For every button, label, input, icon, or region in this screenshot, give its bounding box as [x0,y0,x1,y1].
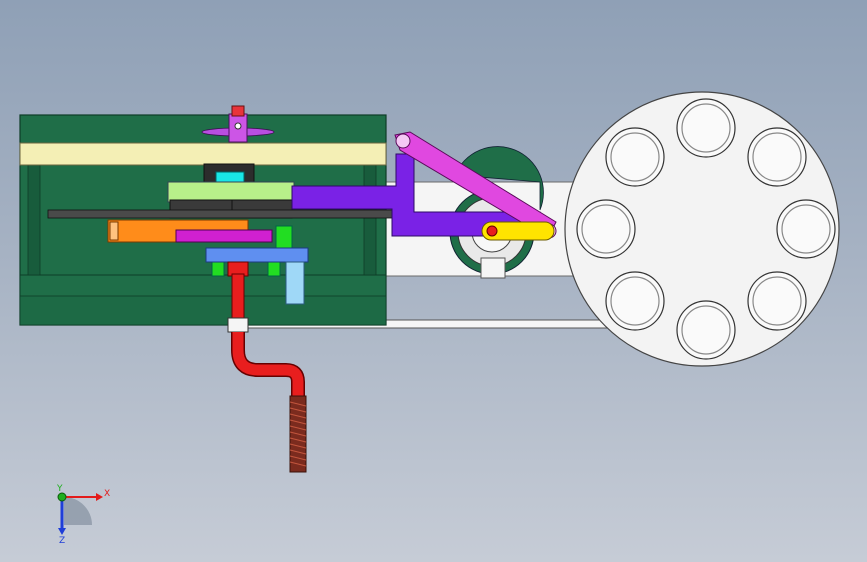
coil-spring[interactable] [289,395,307,473]
green-pin[interactable] [267,261,281,277]
y-axis-dot-icon [57,492,67,502]
axis-triad: X Y Z [56,484,110,546]
assembly-scene[interactable]: X Y Z [0,0,867,562]
rotary-disc[interactable] [564,91,840,367]
z-axis-arrow-icon [58,528,66,535]
x-axis-label: X [104,489,110,499]
magenta-spacer[interactable] [175,229,273,243]
z-axis-label: Z [59,536,65,546]
y-axis-label: Y [56,484,63,494]
green-pin[interactable] [275,225,293,251]
yellow-crank-arm[interactable] [481,221,555,241]
cream-plate [19,142,387,166]
slide-rail[interactable] [47,209,394,219]
cad-viewport[interactable]: X Y Z [0,0,867,562]
x-axis-arrow-icon [96,493,103,501]
green-pin[interactable] [211,261,225,277]
